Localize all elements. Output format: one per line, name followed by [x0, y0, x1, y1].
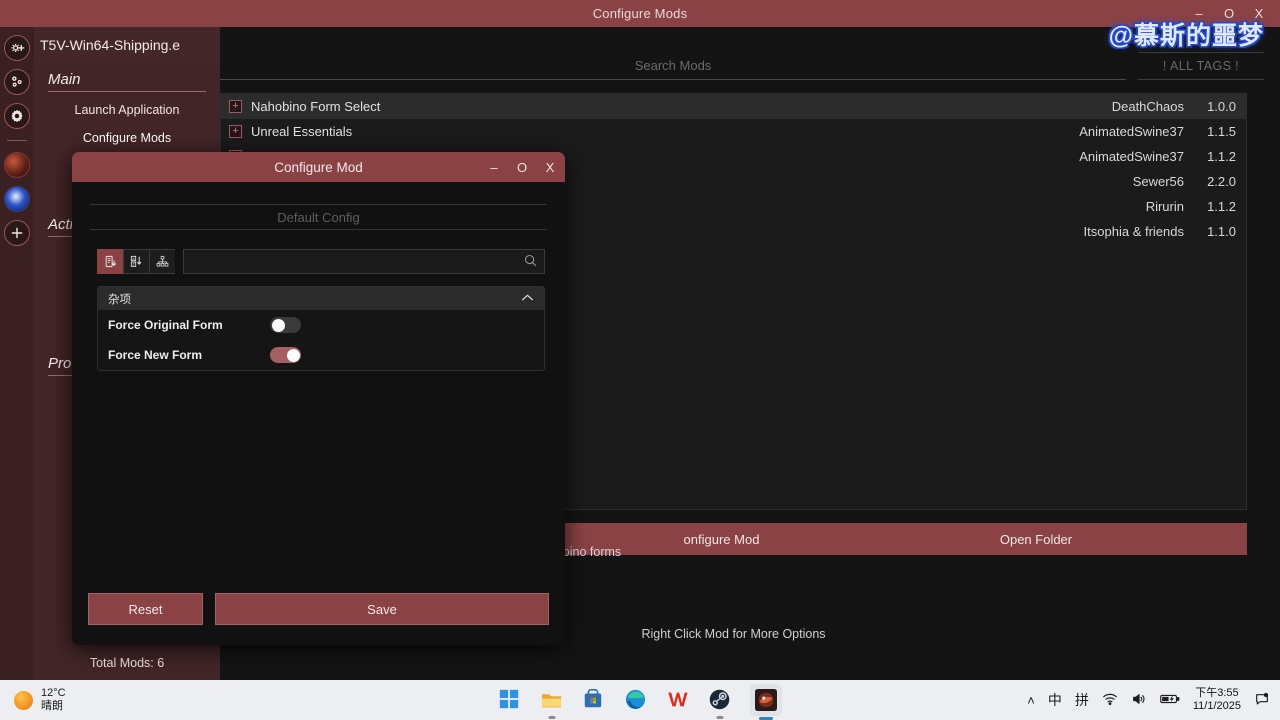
add-application-icon[interactable]: [4, 35, 30, 61]
config-search-wrapper: [175, 249, 545, 274]
table-row[interactable]: + Nahobino Form Select DeathChaos 1.0.0: [221, 94, 1246, 119]
mod-version: 1.1.2: [1207, 149, 1236, 164]
reloaded-ii-icon[interactable]: [750, 684, 782, 720]
mod-author: Rirurin: [1145, 199, 1184, 214]
system-tray: ˄ 中 拼 下午3:55 11/1/2025: [1027, 687, 1270, 713]
running-indicator: [716, 716, 724, 719]
start-button-icon[interactable]: [498, 688, 522, 712]
toggle-knob: [271, 318, 285, 332]
config-search-input[interactable]: [183, 249, 545, 274]
microsoft-store-icon[interactable]: [582, 688, 606, 712]
dialog-minimize-button[interactable]: –: [487, 160, 501, 175]
main-window-title: Configure Mods: [592, 6, 688, 21]
clock-time: 下午3:55: [1195, 687, 1239, 699]
config-name-label: Default Config: [277, 209, 360, 225]
mod-name: Nahobino Form Select: [251, 99, 381, 114]
all-tags-button[interactable]: ! ALL TAGS !: [1138, 52, 1264, 80]
rail-divider: [7, 140, 27, 141]
ime-mode-indicator[interactable]: 中: [1048, 690, 1062, 710]
main-titlebar: Configure Mods – O X: [0, 0, 1280, 27]
mod-version: 1.0.0: [1207, 99, 1236, 114]
running-indicator: [548, 716, 556, 719]
config-option-label: Force New Form: [108, 348, 203, 362]
mod-author: Sewer56: [1132, 174, 1184, 189]
force-original-form-toggle[interactable]: [270, 317, 301, 333]
wps-office-icon[interactable]: [666, 688, 690, 712]
config-options-card: 杂项 Force Original Form Force New Form: [97, 286, 545, 371]
weather-condition: 晴朗: [41, 700, 63, 712]
game-shortcut-1-icon[interactable]: [4, 152, 30, 178]
reset-button[interactable]: Reset: [88, 593, 203, 625]
search-input[interactable]: [220, 52, 1126, 80]
force-new-form-toggle[interactable]: [270, 347, 301, 363]
config-category-label: 杂项: [108, 293, 131, 306]
tree-view-icon[interactable]: [149, 249, 175, 274]
search-icon: [523, 253, 538, 273]
mod-enabled-checkbox[interactable]: +: [229, 125, 242, 138]
manage-mods-icon[interactable]: [4, 69, 30, 95]
dialog-titlebar: Configure Mod – O X: [72, 152, 565, 182]
sun-icon: [14, 690, 33, 710]
weather-text: 12°C 晴朗: [41, 687, 66, 713]
clock-date: 11/1/2025: [1192, 700, 1241, 712]
mod-version: 1.1.2: [1207, 199, 1236, 214]
sidebar-item-launch-application[interactable]: Launch Application: [48, 96, 206, 124]
config-category-header[interactable]: 杂项: [98, 287, 544, 310]
steam-icon[interactable]: [708, 688, 732, 719]
mod-author: AnimatedSwine37: [1079, 149, 1184, 164]
config-option-force-new-form: Force New Form: [98, 340, 544, 370]
volume-icon[interactable]: [1131, 691, 1147, 710]
mod-version: 1.1.5: [1207, 124, 1236, 139]
expand-all-icon[interactable]: [97, 249, 123, 274]
application-path-label: T5V-Win64-Shipping.e: [34, 27, 220, 63]
watermark-overlay: @慕斯的噩梦: [1108, 22, 1264, 50]
mod-author: Itsophia & friends: [1083, 224, 1184, 239]
mod-author: AnimatedSwine37: [1079, 124, 1184, 139]
clock-widget[interactable]: 下午3:55 11/1/2025: [1193, 687, 1241, 713]
config-option-label: Force Original Form: [108, 318, 223, 332]
settings-icon[interactable]: [4, 103, 30, 129]
mod-author: DeathChaos: [1111, 99, 1184, 114]
sidebar-item-configure-mods[interactable]: Configure Mods: [48, 124, 206, 152]
toggle-knob: [286, 348, 300, 362]
weather-temperature: 12°C: [41, 687, 66, 699]
configure-mod-dialog: Configure Mod – O X Default Config A Z 杂…: [72, 152, 565, 645]
application-rail: [0, 27, 34, 680]
config-name-header: Default Config: [90, 204, 547, 230]
search-row: ! ALL TAGS !: [220, 52, 1280, 80]
chevron-up-icon[interactable]: [521, 293, 534, 305]
mod-enabled-checkbox[interactable]: +: [229, 100, 242, 113]
sort-alphabetical-icon[interactable]: A Z: [123, 249, 149, 274]
chevron-up-icon[interactable]: ˄: [1027, 693, 1035, 708]
mod-version: 2.2.0: [1207, 174, 1236, 189]
config-option-force-original-form: Force Original Form: [98, 310, 544, 340]
mod-name: Unreal Essentials: [251, 124, 353, 139]
weather-widget[interactable]: 12°C 晴朗: [14, 687, 66, 713]
notification-icon[interactable]: [1254, 691, 1270, 710]
wifi-icon[interactable]: [1102, 691, 1118, 710]
nav-section-main: Main: [48, 71, 206, 92]
dialog-maximize-button[interactable]: O: [515, 160, 529, 175]
total-mods-label: Total Mods: 6: [89, 656, 165, 670]
windows-taskbar: 12°C 晴朗 ˄ 中 拼 下午3:55 11/1/2025: [0, 680, 1280, 720]
game-shortcut-2-icon[interactable]: [4, 186, 30, 212]
taskbar-apps: [498, 684, 782, 720]
file-explorer-icon[interactable]: [540, 688, 564, 719]
edge-browser-icon[interactable]: [624, 688, 648, 712]
battery-icon[interactable]: [1160, 692, 1180, 709]
dialog-footer: Reset Save: [72, 575, 565, 645]
dialog-window-controls: – O X: [487, 160, 557, 175]
dialog-close-button[interactable]: X: [543, 160, 557, 175]
table-row[interactable]: + Unreal Essentials AnimatedSwine37 1.1.…: [221, 119, 1246, 144]
mod-version: 1.1.0: [1207, 224, 1236, 239]
mod-description: two Nahobino forms: [510, 545, 622, 559]
add-shortcut-icon[interactable]: [4, 220, 30, 246]
save-button[interactable]: Save: [215, 593, 549, 625]
config-toolbar: A Z: [97, 249, 545, 274]
ime-pinyin-indicator[interactable]: 拼: [1075, 690, 1089, 710]
